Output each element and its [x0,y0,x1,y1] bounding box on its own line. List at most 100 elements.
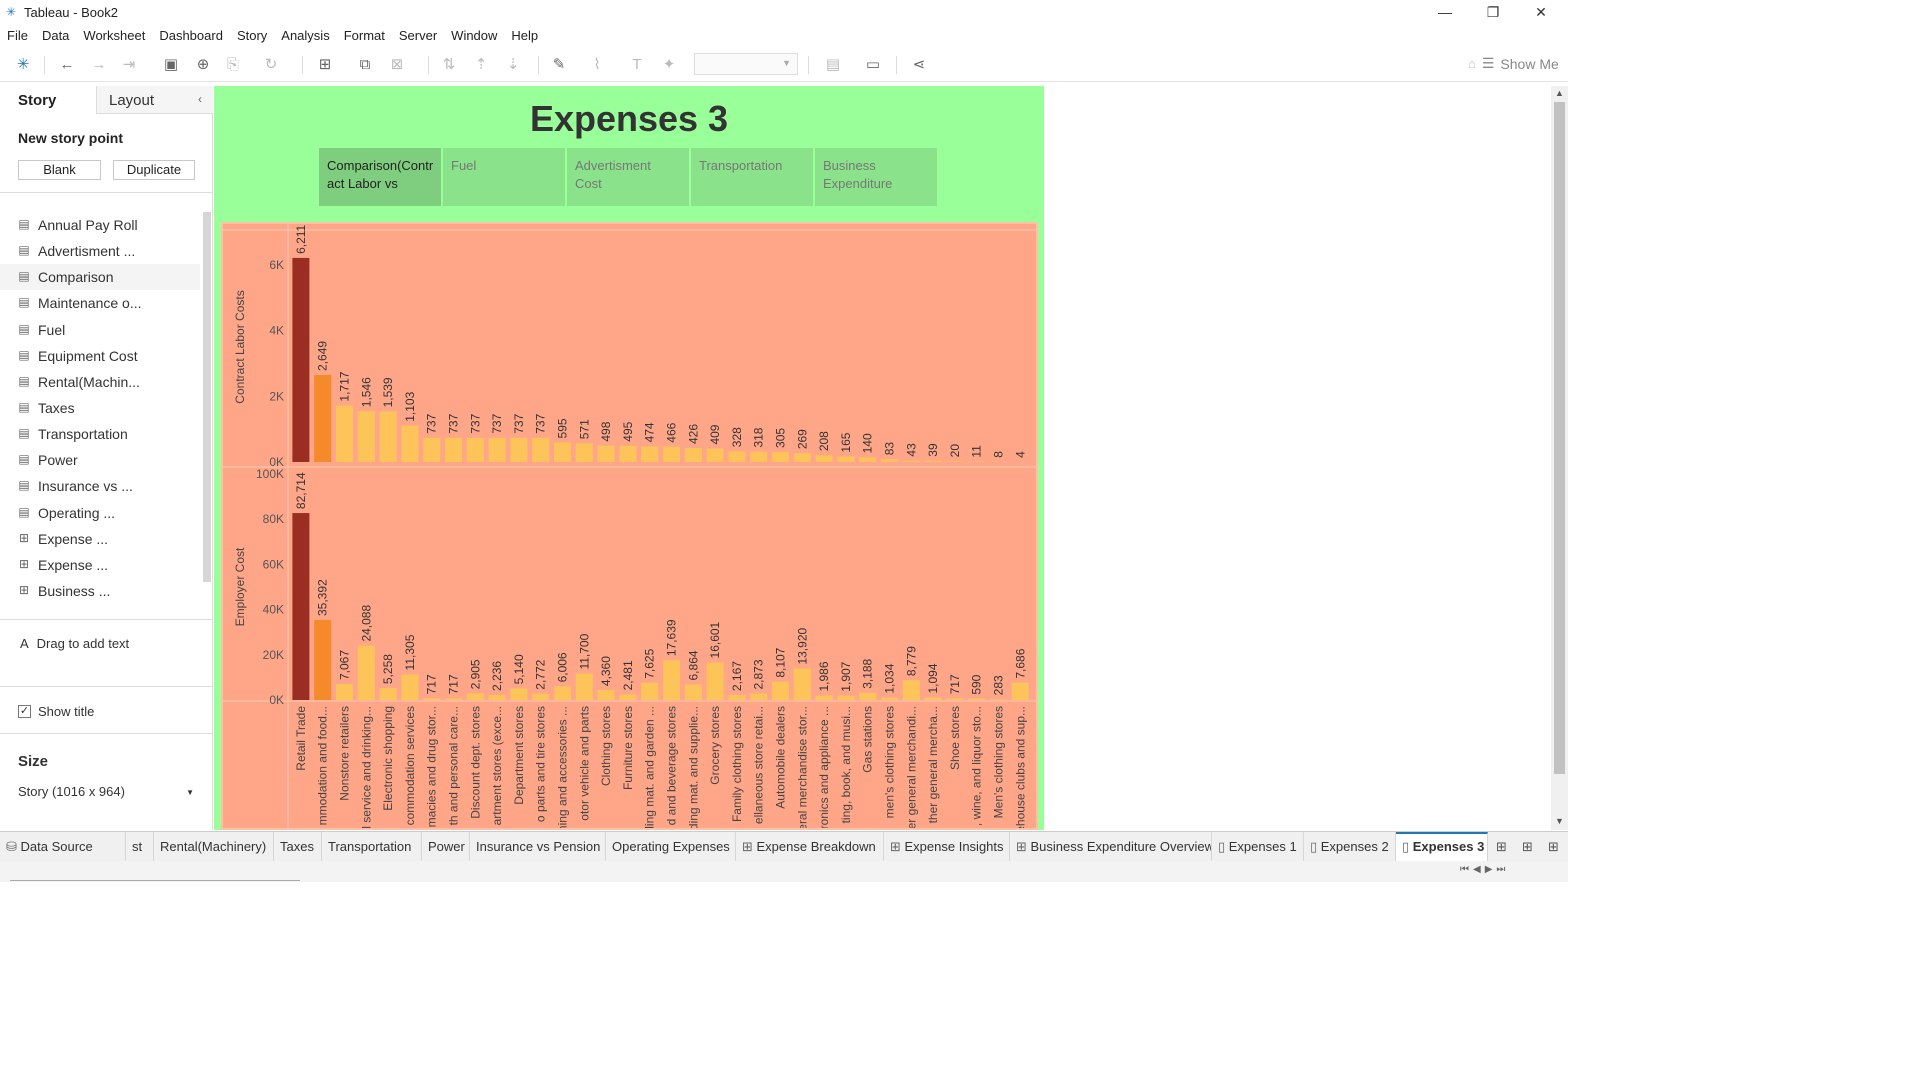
scroll-down-icon[interactable]: ▼ [1555,816,1564,826]
bar[interactable] [946,698,964,700]
sheet-tab[interactable]: st [126,832,154,862]
bar[interactable] [728,695,746,700]
new-story-icon[interactable]: ⊞ [1548,839,1559,855]
sheet-list-item[interactable]: ▤ Annual Pay Roll [0,212,200,238]
size-select[interactable]: Story (1016 x 964) ▼ [18,784,198,804]
bar[interactable] [488,437,506,462]
menu-data[interactable]: Data [35,28,76,43]
bar[interactable] [881,459,898,462]
sheet-list-item[interactable]: ▤ Taxes [0,395,200,421]
bar[interactable] [859,692,877,700]
sheet-tab[interactable]: Power [422,832,470,862]
new-data-source-icon[interactable]: ⊕ [194,56,212,74]
bar[interactable] [772,451,789,462]
bar[interactable] [379,688,397,700]
tab-layout[interactable]: Layout [96,86,213,114]
bar[interactable] [575,673,593,700]
bar[interactable] [336,684,353,700]
bar[interactable] [532,693,550,700]
bar[interactable] [793,668,811,700]
sheet-list-item[interactable]: ▤ Insurance vs ... [0,473,200,499]
sheet-list-item[interactable]: ▤ Equipment Cost [0,343,200,369]
bar[interactable] [706,662,724,700]
bar[interactable] [990,699,1007,700]
bar[interactable] [597,690,615,700]
bar[interactable] [619,445,637,462]
bar[interactable] [924,460,942,462]
sheet-list-item[interactable]: ▤ Comparison [0,264,200,291]
share-icon[interactable]: ⋖ [910,56,928,74]
sheet-tab[interactable]: Insurance vs Pension [470,832,606,862]
bar[interactable] [445,698,462,700]
bar[interactable] [772,681,789,700]
sheet-tab[interactable]: Transportation [322,832,422,862]
close-button[interactable]: ✕ [1518,0,1564,24]
bar[interactable] [597,445,615,462]
highlight-icon[interactable]: ✎ [550,56,568,74]
menu-help[interactable]: Help [504,28,545,43]
presentation-mode-icon[interactable]: ▭ [864,56,882,74]
menu-server[interactable]: Server [392,28,444,43]
bar[interactable] [815,695,833,700]
bar[interactable] [859,457,877,462]
bar[interactable] [750,693,768,700]
bar[interactable] [292,257,310,462]
fit-dropdown[interactable]: ▼ [694,53,798,75]
sheet-list-item[interactable]: ▤ Rental(Machin... [0,369,200,395]
refresh-icon[interactable]: ↻ [262,56,280,74]
bar[interactable] [510,688,528,700]
bar[interactable] [902,460,920,462]
story-point-advertisment-cost[interactable]: Advertisment Cost [567,148,689,206]
new-worksheet-icon[interactable]: ⊞ [1496,839,1507,855]
minimize-button[interactable]: — [1422,0,1468,24]
new-worksheet-icon[interactable]: ⊞ [316,56,334,74]
bar[interactable] [575,443,593,462]
story-point-business-expenditure[interactable]: Business Expenditure [815,148,937,206]
pause-updates-icon[interactable]: ⎘ [224,56,242,74]
bar[interactable] [641,682,659,700]
group-icon[interactable]: ⌇ [588,56,606,74]
menu-worksheet[interactable]: Worksheet [76,28,152,43]
sheet-tab[interactable]: ⛁ Data Source [0,832,126,862]
comparison-chart[interactable]: 0K 2K 4K 6K Contract Labor Costs 6,211 2,649 1,… [221,222,1038,830]
sheet-tab[interactable]: ⊞ Expense Insights [884,832,1010,862]
replay-icon[interactable]: ⇥ [120,56,138,74]
show-me-button[interactable]: ⌂ ☰ Show Me [1468,55,1559,72]
bar[interactable] [815,455,833,462]
bar[interactable] [706,448,724,462]
bar[interactable] [684,448,702,462]
menu-file[interactable]: File [0,28,35,43]
sheet-tab[interactable]: ▯ Expenses 2 [1304,832,1396,862]
menu-analysis[interactable]: Analysis [274,28,336,43]
bar[interactable] [793,453,811,462]
tab-story[interactable]: Story [0,86,96,114]
bar[interactable] [401,425,419,462]
bar[interactable] [837,456,855,462]
show-labels-icon[interactable]: T [628,56,646,74]
bar[interactable] [902,680,920,700]
bar[interactable] [532,437,550,462]
bar[interactable] [488,694,506,700]
bar[interactable] [554,686,571,700]
vertical-scrollbar[interactable]: ▲ ▼ [1551,86,1568,830]
bar[interactable] [445,437,462,462]
sheet-list-item[interactable]: ▤ Transportation [0,421,200,447]
sidebar-scrollbar[interactable] [203,212,211,582]
new-dashboard-icon[interactable]: ⊞ [1522,839,1533,855]
sheet-list-item[interactable]: ▤ Operating ... [0,500,200,526]
bar[interactable] [946,461,964,462]
fit-icon[interactable]: ▤ [824,56,842,74]
bar[interactable] [379,411,397,462]
duplicate-button[interactable]: Duplicate [113,160,195,180]
drag-to-add-text[interactable]: A Drag to add text [20,636,129,651]
bar[interactable] [619,694,637,700]
pin-icon[interactable]: ✦ [660,56,678,74]
bar[interactable] [292,513,310,700]
bar[interactable] [837,695,855,700]
bar[interactable] [357,645,375,700]
bar[interactable] [924,697,942,700]
redo-icon[interactable]: → [90,56,108,74]
bar[interactable] [466,693,484,700]
bar[interactable] [684,684,702,700]
menu-format[interactable]: Format [337,28,392,43]
